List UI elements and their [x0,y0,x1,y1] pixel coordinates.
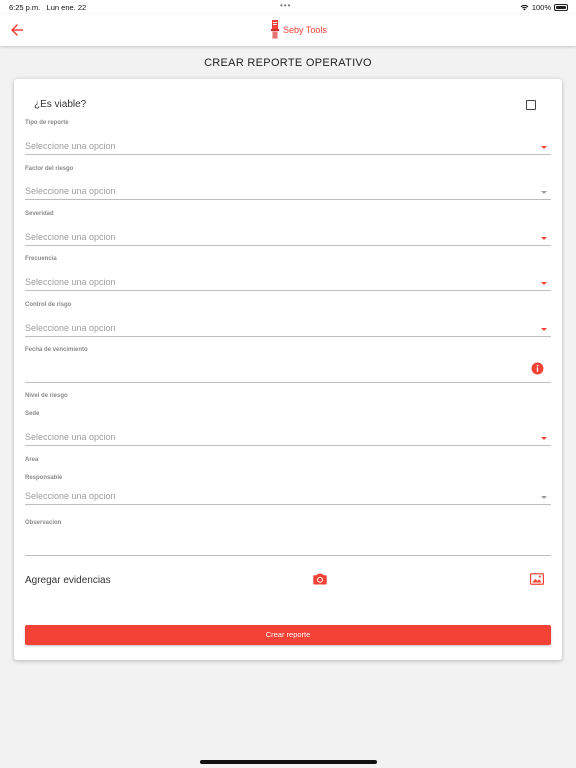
viable-label: ¿Es viable? [34,99,87,110]
area-label: Area [25,457,39,463]
frecuencia-label: Frecuencia [25,256,57,262]
status-time: 6:25 p.m. Lun ene. 22 [9,3,86,12]
info-icon[interactable] [531,362,544,375]
multitask-dots[interactable]: ••• [280,1,291,10]
factor-riesgo-value: Seleccione una opcion [25,186,116,196]
severidad-select[interactable]: Seleccione una opcion [25,231,551,246]
factor-riesgo-label: Factor del riesgo [25,166,74,172]
home-indicator[interactable] [200,760,377,764]
tipo-reporte-select[interactable]: Seleccione una opcion [25,140,551,155]
nav-bar: Seby Tools [0,14,576,46]
chevron-down-icon [541,282,547,285]
crear-reporte-button[interactable]: Crear reporte [25,625,551,645]
chevron-down-icon [541,496,547,499]
evidencias-label: Agregar evidencias [25,575,111,586]
responsable-label: Responsable [25,475,63,481]
responsable-value: Seleccione una opcion [25,491,116,501]
status-bar: 6:25 p.m. Lun ene. 22 ••• 100% [0,0,576,14]
brand-name: Seby Tools [283,25,327,35]
frecuencia-value: Seleccione una opcion [25,277,116,287]
battery-icon [554,4,568,11]
sede-value: Seleccione una opcion [25,432,116,442]
frecuencia-select[interactable]: Seleccione una opcion [25,276,551,291]
status-indicators: 100% [520,3,568,12]
control-riesgo-label: Control de risgo [25,302,72,308]
fecha-vencimiento-input[interactable] [25,351,551,383]
chevron-down-icon [541,146,547,149]
battery-percent: 100% [531,3,551,12]
page-title: CREAR REPORTE OPERATIVO [204,57,372,69]
observacion-input[interactable] [25,530,551,556]
tipo-reporte-label: Tipo de reporte [25,120,69,126]
responsable-select[interactable]: Seleccione una opcion [25,490,551,505]
status-clock: 6:25 p.m. [9,3,41,12]
severidad-value: Seleccione una opcion [25,232,116,242]
observacion-label: Observacion [25,520,62,526]
nivel-riesgo-label: Nivel de riesgo [25,393,68,399]
chevron-down-icon [541,437,547,440]
chevron-down-icon [541,191,547,194]
sede-select[interactable]: Seleccione una opcion [25,431,551,446]
control-riesgo-select[interactable]: Seleccione una opcion [25,322,551,337]
control-riesgo-value: Seleccione una opcion [25,323,116,333]
tipo-reporte-value: Seleccione una opcion [25,141,116,151]
severidad-label: Severidad [25,211,54,217]
chevron-down-icon [541,237,547,240]
chevron-down-icon [541,328,547,331]
factor-riesgo-select[interactable]: Seleccione una opcion [25,185,551,200]
seby-tools-logo-icon [271,20,279,39]
image-gallery-icon[interactable] [530,573,544,585]
arrow-left-icon[interactable] [8,21,26,39]
report-form-card: ¿Es viable? Tipo de reporte Seleccione u… [14,79,562,660]
sede-label: Sede [25,411,40,417]
status-date: Lun ene. 22 [46,3,87,12]
camera-icon[interactable] [313,573,327,585]
wifi-icon [520,4,529,11]
brand: Seby Tools [270,20,327,40]
viable-checkbox[interactable] [526,100,536,110]
